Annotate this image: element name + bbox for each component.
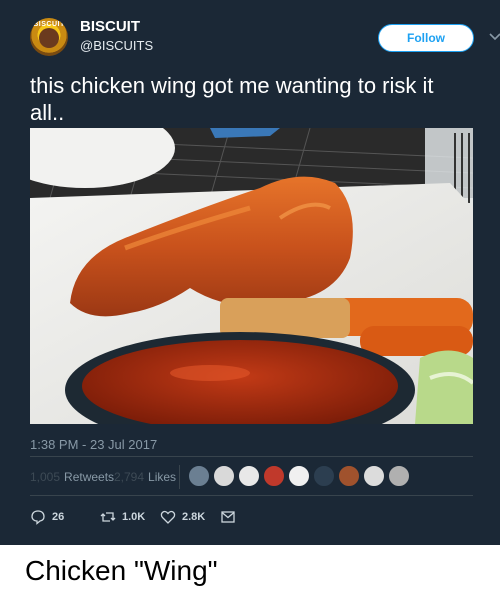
tweet-timestamp[interactable]: 1:38 PM - 23 Jul 2017 bbox=[30, 437, 157, 452]
liker-avatar[interactable] bbox=[213, 465, 235, 487]
reply-count: 26 bbox=[52, 511, 65, 523]
retweets-count: 1,005 bbox=[30, 470, 61, 484]
engagement-stats: 1,005 Retweets 2,794 Likes bbox=[30, 456, 473, 496]
like-button[interactable]: 2.8K bbox=[160, 508, 205, 526]
tweet-photo[interactable] bbox=[30, 128, 473, 424]
liker-avatar[interactable] bbox=[288, 465, 310, 487]
avatar-brand-text: BISCUIT bbox=[33, 21, 65, 28]
liker-avatar[interactable] bbox=[188, 465, 210, 487]
liker-avatar[interactable] bbox=[263, 465, 285, 487]
liker-avatar[interactable] bbox=[238, 465, 260, 487]
like-count: 2.8K bbox=[182, 511, 206, 523]
display-name[interactable]: BISCUIT bbox=[80, 18, 140, 35]
liker-avatar[interactable] bbox=[363, 465, 385, 487]
message-icon bbox=[221, 511, 235, 523]
stats-divider bbox=[179, 465, 180, 489]
tweet-text: this chicken wing got me wanting to risk… bbox=[30, 73, 434, 125]
retweet-button[interactable]: 1.0K bbox=[100, 508, 145, 526]
heart-icon bbox=[160, 510, 176, 524]
chicken-wing-photo bbox=[30, 128, 473, 424]
reply-icon bbox=[31, 510, 45, 525]
user-handle[interactable]: @BISCUITS bbox=[80, 38, 153, 53]
liker-avatars bbox=[188, 465, 410, 489]
tweet-header: BISCUIT BISCUIT @BISCUITS Follow bbox=[30, 18, 500, 62]
reply-button[interactable]: 26 bbox=[30, 508, 64, 526]
retweet-icon bbox=[100, 512, 116, 522]
message-button[interactable] bbox=[220, 508, 236, 526]
avatar-face bbox=[39, 28, 59, 48]
follow-button[interactable]: Follow bbox=[378, 24, 474, 52]
liker-avatar[interactable] bbox=[338, 465, 360, 487]
tweet-actions: 26 1.0K 2.8K bbox=[30, 508, 330, 528]
liker-avatar[interactable] bbox=[313, 465, 335, 487]
liker-avatar[interactable] bbox=[388, 465, 410, 487]
avatar[interactable]: BISCUIT bbox=[30, 18, 68, 56]
retweets-label: Retweets bbox=[64, 470, 115, 484]
likes-stat[interactable]: 2,794 Likes bbox=[114, 470, 176, 484]
tweet-card: BISCUIT BISCUIT @BISCUITS Follow this ch… bbox=[0, 0, 500, 545]
caret-down-icon[interactable] bbox=[488, 30, 500, 44]
likes-count: 2,794 bbox=[114, 470, 145, 484]
retweets-stat[interactable]: 1,005 Retweets bbox=[30, 470, 114, 484]
likes-label: Likes bbox=[148, 470, 177, 484]
retweet-count: 1.0K bbox=[122, 511, 146, 523]
meme-caption: Chicken "Wing" bbox=[25, 555, 218, 586]
